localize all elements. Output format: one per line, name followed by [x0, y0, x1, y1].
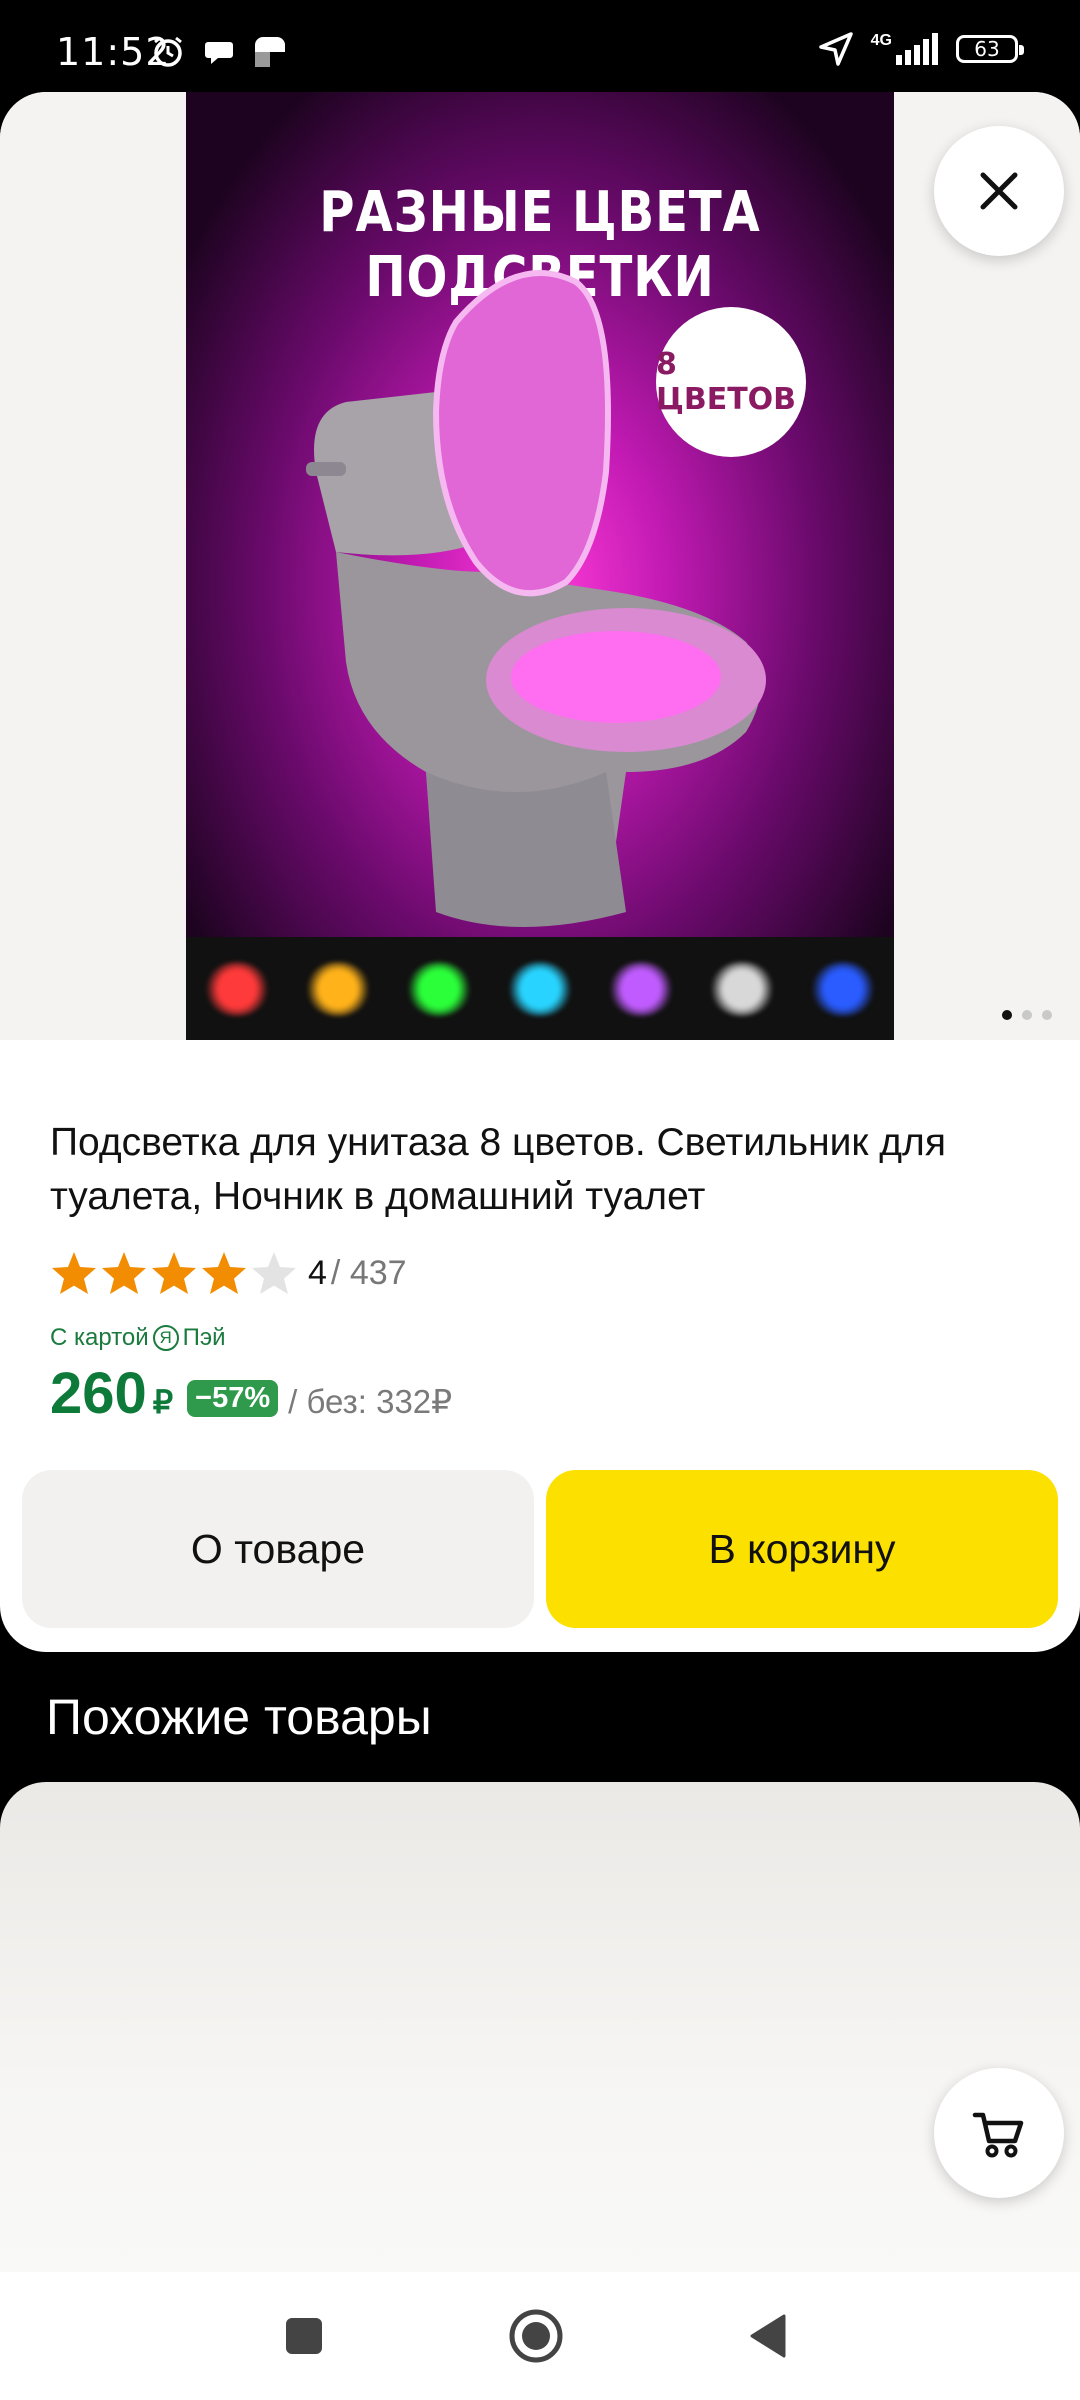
card-label-prefix: С картой: [50, 1324, 149, 1351]
price-value: 260: [50, 1361, 147, 1426]
old-price: / без: 332₽: [288, 1383, 453, 1420]
discount-badge: −57%: [187, 1380, 279, 1417]
image-gallery[interactable]: РАЗНЫЕ ЦВЕТА ПОДСВЕТКИ 8 ЦВЕТОВ: [0, 92, 1080, 1040]
network-type: 4G: [870, 32, 892, 49]
status-left-icons: [150, 34, 288, 70]
cart-icon: [972, 2112, 1024, 2158]
add-to-cart-button[interactable]: В корзину: [546, 1470, 1058, 1628]
color-swatch: [388, 937, 489, 1040]
circle-icon: [509, 2309, 563, 2363]
color-swatch: [186, 937, 287, 1040]
nav-recents-button[interactable]: [244, 2272, 364, 2400]
pagination-dot: [1002, 1010, 1012, 1020]
yandex-pay-icon: Я: [152, 1325, 179, 1351]
rating-row[interactable]: 4 / 437: [50, 1250, 407, 1296]
square-icon: [286, 2318, 322, 2354]
rating-stars: [50, 1250, 298, 1296]
alarm-icon: [154, 36, 182, 67]
color-swatch: [287, 937, 388, 1040]
nav-home-button[interactable]: [476, 2272, 596, 2400]
app-icon: [255, 37, 285, 67]
star-icon: [202, 1252, 246, 1294]
product-sheet: РАЗНЫЕ ЦВЕТА ПОДСВЕТКИ 8 ЦВЕТОВ: [0, 92, 1080, 1652]
similar-products-title: Похожие товары: [46, 1689, 432, 1745]
message-icon: [205, 42, 233, 64]
price-currency: ₽: [152, 1384, 174, 1420]
about-product-button[interactable]: О товаре: [22, 1470, 534, 1628]
card-label-suffix: Пэй: [182, 1324, 226, 1351]
star-icon: [252, 1252, 296, 1294]
color-swatches: [186, 937, 894, 1040]
pagination-dot: [1022, 1010, 1032, 1020]
signal-icon: [896, 33, 938, 65]
system-nav-bar: [0, 2272, 1080, 2400]
similar-products-panel[interactable]: [0, 1782, 1080, 2272]
status-bar: 11:52 4G 63: [0, 0, 1080, 92]
cart-fab-button[interactable]: [934, 2068, 1064, 2198]
toilet-illustration: [306, 270, 766, 927]
status-right-icons: 4G 63: [817, 30, 1024, 68]
product-title: Подсветка для унитаза 8 цветов. Светильн…: [50, 1121, 946, 1218]
rating-value: 4: [308, 1253, 327, 1292]
color-swatch: [489, 937, 590, 1040]
color-swatch: [793, 937, 894, 1040]
location-arrow-icon: [818, 32, 853, 66]
star-icon: [52, 1252, 96, 1294]
close-button[interactable]: [934, 126, 1064, 256]
triangle-back-icon: [750, 2314, 786, 2358]
color-swatch: [591, 937, 692, 1040]
gallery-pagination: [1002, 1010, 1052, 1020]
product-image[interactable]: РАЗНЫЕ ЦВЕТА ПОДСВЕТКИ 8 ЦВЕТОВ: [186, 92, 894, 1040]
signal-indicator: 4G: [871, 33, 940, 65]
battery-icon: 63: [956, 35, 1024, 63]
pagination-dot: [1042, 1010, 1052, 1020]
color-swatch: [692, 937, 793, 1040]
rating-count: / 437: [330, 1253, 407, 1292]
star-icon: [152, 1252, 196, 1294]
nav-back-button[interactable]: [708, 2272, 828, 2400]
close-icon: [980, 172, 1018, 210]
star-icon: [102, 1252, 146, 1294]
price-row: 260 ₽ −57% / без: 332₽: [50, 1360, 452, 1427]
card-price-label: С картой Я Пэй: [50, 1324, 226, 1352]
